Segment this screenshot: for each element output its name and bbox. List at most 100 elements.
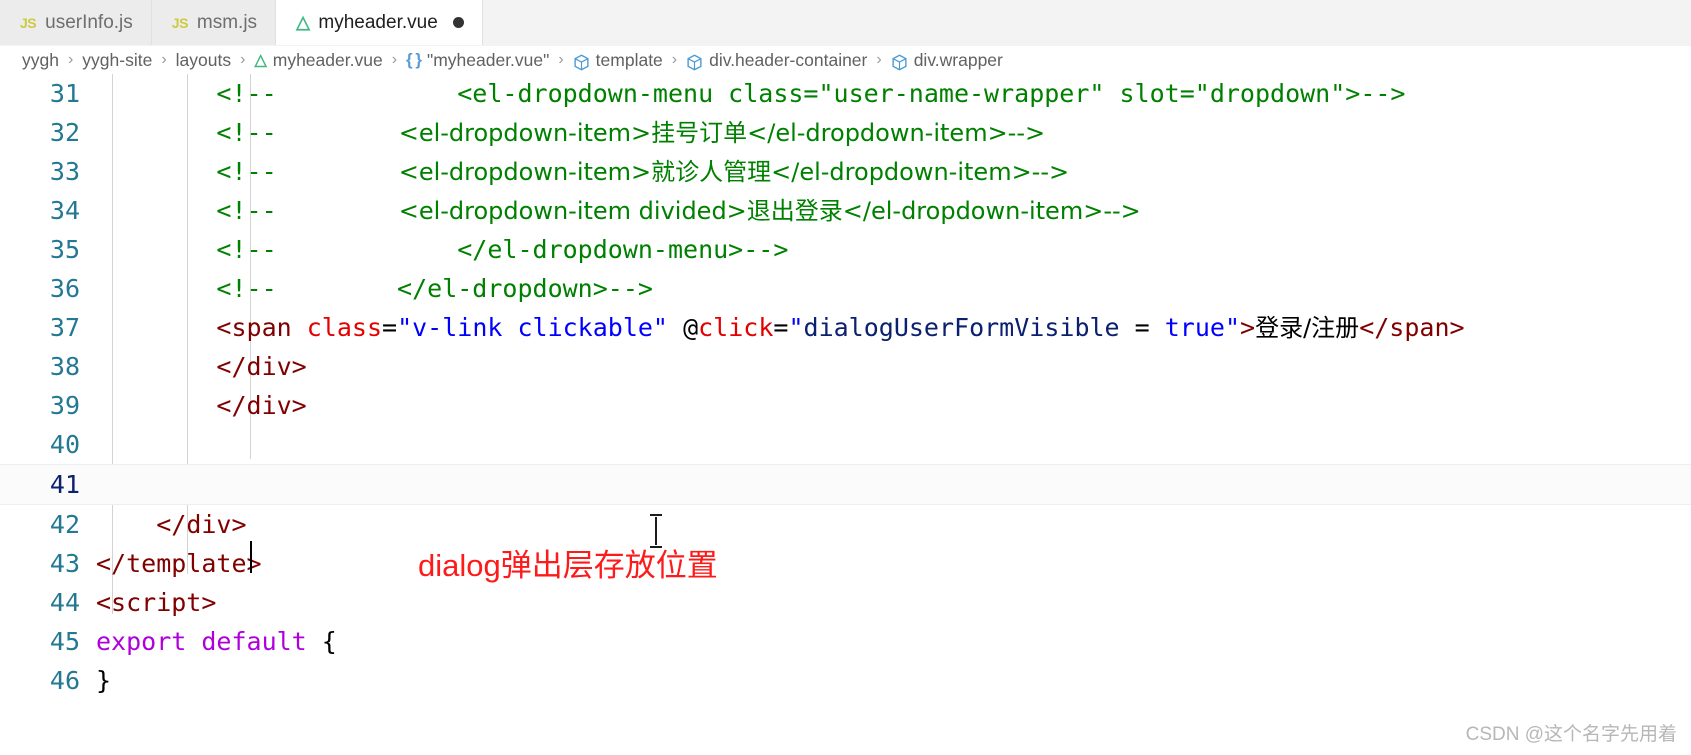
breadcrumb-label: div.wrapper	[913, 49, 1003, 70]
code-token: "	[1224, 312, 1241, 342]
code-token: </el-dropdown-menu>-->	[276, 235, 789, 264]
code-token: </template>	[96, 549, 262, 578]
breadcrumb-item-layouts[interactable]: layouts	[176, 50, 231, 71]
line-number: 42	[49, 510, 80, 539]
code-token: <span	[216, 312, 307, 342]
code-line[interactable]: 43 </template>	[0, 544, 1691, 583]
code-line[interactable]: 38 </div>	[0, 347, 1691, 386]
tab-myheader-vue[interactable]: △ myheader.vue	[276, 0, 483, 45]
code-token: </div>	[216, 352, 307, 381]
tab-label: userInfo.js	[45, 11, 133, 33]
breadcrumb-item-myheader-vue[interactable]: △ myheader.vue	[254, 50, 382, 71]
line-number: 37	[49, 313, 80, 342]
tab-label: msm.js	[196, 11, 258, 33]
symbol-cube-icon	[573, 53, 590, 71]
breadcrumb-separator-icon: ›	[558, 51, 564, 68]
line-number: 32	[49, 118, 80, 147]
code-line-text[interactable]: <!-- <el-dropdown-menu class="user-name-…	[96, 74, 1406, 113]
code-line-text[interactable]: export default {	[96, 622, 337, 661]
code-line[interactable]: 36 <!-- </el-dropdown>-->	[0, 269, 1691, 308]
code-line[interactable]: 33 <!-- <el-dropdown-item>就诊人管理</el-drop…	[0, 152, 1691, 191]
code-line[interactable]: 31 <!-- <el-dropdown-menu class="user-na…	[0, 74, 1691, 113]
code-line-text[interactable]: </div>	[96, 386, 307, 425]
code-line-text[interactable]: <!-- </el-dropdown-menu>-->	[96, 230, 788, 269]
code-line[interactable]: 35 <!-- </el-dropdown-menu>-->	[0, 230, 1691, 269]
vue-file-icon: △	[296, 12, 310, 32]
code-line-text[interactable]: </div>	[96, 505, 246, 544]
code-line[interactable]: 39 </div>	[0, 386, 1691, 425]
code-token: dialogUserFormVisible	[803, 312, 1120, 342]
code-token: =	[1119, 312, 1165, 342]
breadcrumb-label: "myheader.vue"	[426, 49, 550, 70]
line-number: 36	[49, 274, 80, 303]
code-line-text[interactable]: <!-- <el-dropdown-item>就诊人管理</el-dropdow…	[96, 152, 1069, 192]
code-line[interactable]: 37 <span class="v-link clickable" @click…	[0, 308, 1691, 347]
code-line[interactable]: 40	[0, 425, 1691, 464]
code-line-text[interactable]: <!-- <el-dropdown-item divided>退出登录</el-…	[96, 191, 1141, 231]
code-token: click	[698, 312, 774, 342]
code-token: <!--	[216, 274, 277, 303]
breadcrumb-item-template[interactable]: template	[573, 50, 663, 71]
code-editor-area[interactable]: 31 <!-- <el-dropdown-menu class="user-na…	[0, 74, 1691, 755]
symbol-cube-icon	[686, 53, 703, 71]
vue-file-icon: △	[254, 52, 267, 69]
code-line[interactable]: 44 <script>	[0, 583, 1691, 622]
line-number: 46	[49, 666, 80, 695]
code-lines-container[interactable]: 31 <!-- <el-dropdown-menu class="user-na…	[0, 74, 1691, 700]
code-token: <el-dropdown-item divided>退出登录</el-dropd…	[276, 196, 1141, 225]
breadcrumb-separator-icon: ›	[876, 51, 882, 68]
unsaved-changes-dot	[452, 17, 464, 28]
code-token: <el-dropdown-item>就诊人管理</el-dropdown-ite…	[276, 157, 1070, 186]
code-line[interactable]: 46}	[0, 661, 1691, 700]
breadcrumb: yygh › yygh-site › layouts › △ myheader.…	[0, 46, 1691, 74]
text-caret	[250, 541, 252, 573]
breadcrumb-item-div-header-container[interactable]: div.header-container	[686, 50, 867, 71]
code-token: <!--	[216, 156, 277, 186]
code-line-text[interactable]: </div>	[96, 347, 307, 386]
breadcrumb-label: div.header-container	[709, 49, 868, 70]
breadcrumb-item-yygh-site[interactable]: yygh-site	[82, 50, 152, 71]
code-token: <el-dropdown-menu class="user-name-wrapp…	[276, 79, 1406, 108]
breadcrumb-separator-icon: ›	[67, 51, 74, 68]
code-line[interactable]: 45 export default {	[0, 622, 1691, 661]
tab-label: myheader.vue	[318, 11, 438, 33]
code-line[interactable]: 34 <!-- <el-dropdown-item divided>退出登录</…	[0, 191, 1691, 230]
line-number: 39	[49, 391, 80, 420]
code-line-text[interactable]: <script>	[96, 583, 216, 622]
line-number: 40	[49, 430, 80, 459]
code-line-text[interactable]: </template>	[96, 544, 262, 583]
tab-userinfo-js[interactable]: JS userInfo.js	[0, 0, 152, 45]
breadcrumb-separator-icon: ›	[161, 51, 167, 68]
line-number: 44	[49, 588, 80, 617]
symbol-cube-icon	[891, 53, 908, 71]
breadcrumb-item-yygh[interactable]: yygh	[22, 50, 59, 71]
code-line-text[interactable]: <!-- </el-dropdown>-->	[96, 269, 653, 308]
editor-tab-bar: JS userInfo.js JS msm.js △ myheader.vue	[0, 0, 1691, 46]
breadcrumb-label: layouts	[175, 49, 232, 70]
code-token: 登录/注册	[1255, 313, 1360, 342]
breadcrumb-item-myheader-symbol[interactable]: { } "myheader.vue"	[406, 50, 549, 71]
code-token: export default	[96, 627, 307, 656]
code-line[interactable]: 32 <!-- <el-dropdown-item>挂号订单</el-dropd…	[0, 113, 1691, 152]
code-line-text[interactable]: }	[96, 661, 111, 700]
code-line[interactable]: 41	[0, 464, 1691, 505]
line-number: 31	[49, 79, 80, 108]
breadcrumb-separator-icon: ›	[671, 51, 678, 68]
code-token: </div>	[216, 391, 307, 420]
tab-msm-js[interactable]: JS msm.js	[151, 0, 277, 45]
braces-icon: { }	[406, 50, 422, 69]
breadcrumb-label: template	[595, 49, 663, 70]
line-number: 41	[49, 470, 80, 499]
code-token: </el-dropdown>-->	[276, 274, 653, 303]
code-line-text[interactable]: <span class="v-link clickable" @click="d…	[96, 308, 1464, 348]
code-line-text[interactable]: <!-- <el-dropdown-item>挂号订单</el-dropdown…	[96, 113, 1045, 153]
breadcrumb-item-div-wrapper[interactable]: div.wrapper	[891, 50, 1003, 71]
code-line[interactable]: 42 </div>	[0, 505, 1691, 544]
